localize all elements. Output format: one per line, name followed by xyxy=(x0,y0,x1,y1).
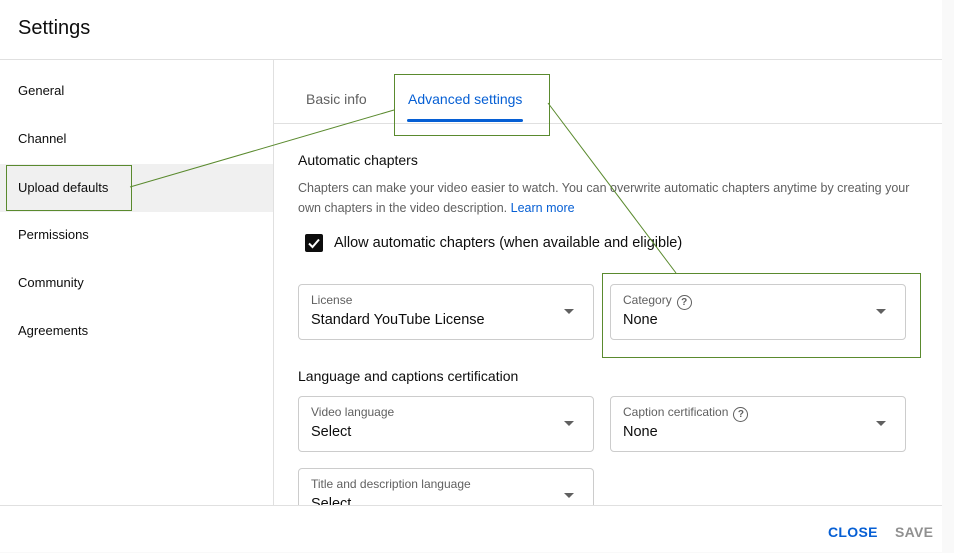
check-icon xyxy=(308,238,320,249)
automatic-chapters-description: Chapters can make your video easier to w… xyxy=(298,178,918,218)
sidebar-item-label: General xyxy=(18,83,65,98)
category-label: Category xyxy=(623,293,672,307)
sidebar-item-label: Upload defaults xyxy=(18,180,109,195)
tab-basic-info[interactable]: Basic info xyxy=(306,91,367,107)
close-button[interactable]: CLOSE xyxy=(828,524,878,540)
dropdown-arrow-icon xyxy=(876,309,886,314)
license-value: Standard YouTube License xyxy=(311,312,485,328)
dialog-header: Settings xyxy=(0,0,942,60)
sidebar-item-agreements[interactable]: Agreements xyxy=(0,307,273,355)
license-label: License xyxy=(311,293,353,307)
sidebar-item-label: Agreements xyxy=(18,323,89,338)
sidebar: General Channel Upload defaults Permissi… xyxy=(0,60,274,505)
allow-chapters-checkbox[interactable] xyxy=(305,234,323,252)
allow-chapters-label: Allow automatic chapters (when available… xyxy=(334,235,683,251)
sidebar-item-upload-defaults[interactable]: Upload defaults xyxy=(0,164,273,212)
automatic-chapters-title: Automatic chapters xyxy=(298,152,418,168)
sidebar-item-community[interactable]: Community xyxy=(0,259,273,307)
category-label-wrap: Category? xyxy=(623,293,692,310)
settings-dialog: Settings General Channel Upload defaults… xyxy=(0,0,942,552)
dialog-footer: CLOSE SAVE xyxy=(0,505,942,553)
tab-advanced-settings[interactable]: Advanced settings xyxy=(408,91,522,107)
sidebar-item-channel[interactable]: Channel xyxy=(0,115,273,163)
dropdown-arrow-icon xyxy=(564,493,574,498)
dialog-title: Settings xyxy=(18,17,91,39)
video-language-value: Select xyxy=(311,424,352,440)
dropdown-arrow-icon xyxy=(876,421,886,426)
title-description-language-dropdown[interactable]: Title and description language Select xyxy=(298,468,594,505)
caption-certification-value: None xyxy=(623,424,658,440)
caption-certification-label: Caption certification xyxy=(623,405,729,419)
main-panel: Basic info Advanced settings Automatic c… xyxy=(274,60,942,505)
caption-certification-label-wrap: Caption certification? xyxy=(623,405,749,422)
video-language-label: Video language xyxy=(311,405,395,419)
save-button[interactable]: SAVE xyxy=(895,524,933,540)
dropdown-arrow-icon xyxy=(564,309,574,314)
language-section-title: Language and captions certification xyxy=(298,368,519,384)
help-icon[interactable]: ? xyxy=(733,407,749,422)
active-tab-indicator xyxy=(407,119,523,122)
description-text: Chapters can make your video easier to w… xyxy=(298,181,910,215)
sidebar-item-label: Community xyxy=(18,275,84,290)
learn-more-link[interactable]: Learn more xyxy=(511,201,575,215)
sidebar-item-permissions[interactable]: Permissions xyxy=(0,211,273,259)
title-description-language-value: Select xyxy=(311,496,352,505)
sidebar-item-general[interactable]: General xyxy=(0,67,273,115)
title-description-language-label: Title and description language xyxy=(311,477,471,491)
dropdown-arrow-icon xyxy=(564,421,574,426)
tab-bar: Basic info Advanced settings xyxy=(274,60,942,124)
sidebar-item-label: Permissions xyxy=(18,227,89,242)
caption-certification-dropdown[interactable]: Caption certification? None xyxy=(610,396,906,452)
category-value: None xyxy=(623,312,658,328)
license-dropdown[interactable]: License Standard YouTube License xyxy=(298,284,594,340)
help-icon[interactable]: ? xyxy=(676,295,692,310)
category-dropdown[interactable]: Category? None xyxy=(610,284,906,340)
sidebar-item-label: Channel xyxy=(18,131,67,146)
video-language-dropdown[interactable]: Video language Select xyxy=(298,396,594,452)
